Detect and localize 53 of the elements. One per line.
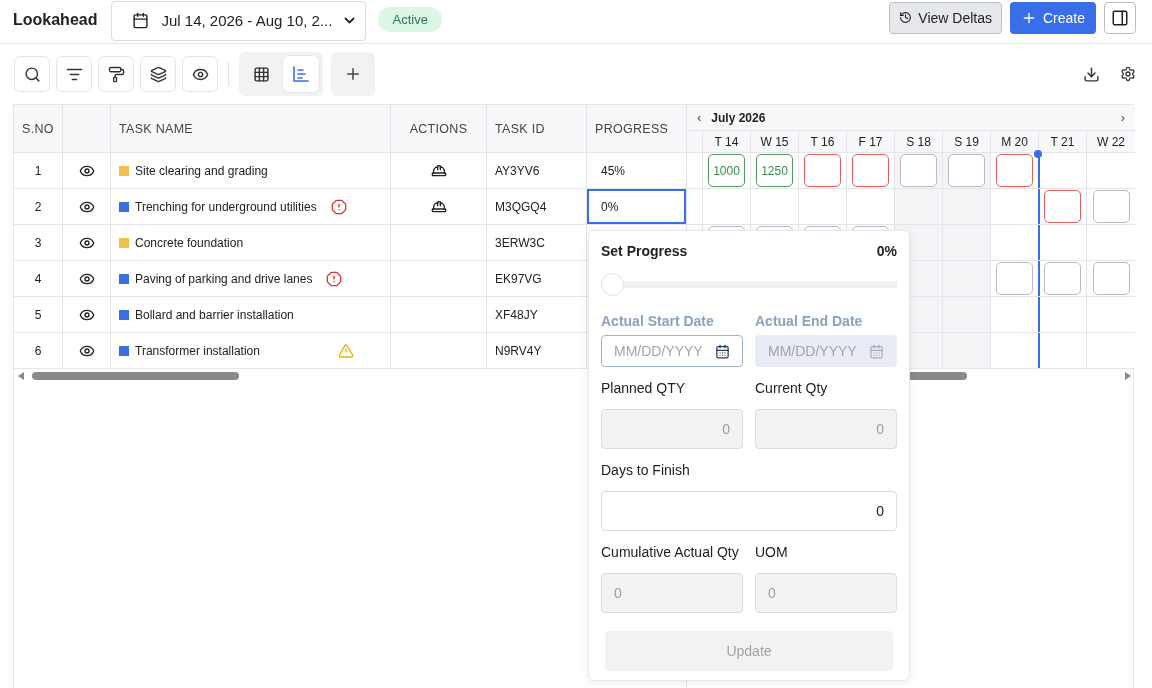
column-header: ACTIONS — [391, 105, 487, 152]
field-label: UOM — [755, 543, 789, 561]
field-label: Actual Start Date — [601, 312, 715, 330]
column-header: S.NO — [14, 105, 63, 152]
create-button[interactable]: Create — [1009, 1, 1096, 34]
page-title: Lookahead — [13, 10, 98, 29]
day-header: W 22 — [1096, 133, 1126, 151]
next-month-button[interactable]: › — [1120, 110, 1125, 125]
progress-cell[interactable]: 0% — [587, 189, 686, 224]
progress-value: 0% — [876, 243, 897, 259]
table-cell: 2 — [14, 189, 63, 224]
status-badge: Active — [378, 7, 442, 32]
table-cell: 3 — [14, 225, 63, 260]
column-header: PROGRESS — [594, 120, 670, 138]
popover-title: Set Progress — [601, 243, 688, 259]
task-name: Paving of parking and drive lanes — [135, 271, 313, 286]
day-header: F 17 — [847, 131, 895, 152]
table-cell: 4 — [14, 261, 63, 296]
day-header: W 15 — [751, 131, 799, 152]
day-header: S 18 — [895, 131, 943, 152]
task-name: Bollard and barrier installation — [135, 307, 294, 322]
date-range-picker[interactable]: Jul 14, 2026 - Aug 10, 2... — [111, 0, 367, 41]
progress-cell[interactable]: 45% — [587, 153, 686, 188]
table-cell: 5 — [14, 297, 63, 332]
day-entry[interactable]: 1250 — [756, 154, 793, 187]
table-cell: 1 — [14, 153, 63, 188]
column-header: TASK ID — [487, 105, 587, 152]
day-header: T 14 — [703, 131, 751, 152]
previous-month-button[interactable]: ‹ — [697, 110, 702, 125]
task-name: Transformer installation — [135, 343, 260, 358]
day-header: T 16 — [799, 131, 847, 152]
field-label: Cumulative Actual Qty — [601, 543, 740, 561]
task-name: Trenching for underground utilities — [135, 199, 317, 214]
input-field[interactable]: 0 — [601, 491, 897, 531]
table-cell: 3ERW3C — [487, 225, 587, 260]
task-name: Site clearing and grading — [135, 163, 268, 178]
day-entry[interactable]: 1000 — [708, 154, 745, 187]
date-field[interactable]: MM/DD/YYYY — [601, 335, 743, 367]
column-header: TASK NAME — [111, 105, 391, 152]
view-deltas-button[interactable]: View Deltas — [889, 1, 1002, 34]
month-label: July 2026 — [711, 110, 766, 125]
field-label: Current Qty — [755, 379, 829, 397]
table-cell: 6 — [14, 333, 63, 368]
table-cell: AY3YV6 — [487, 153, 587, 188]
field-label: Actual End Date — [755, 312, 864, 330]
field-label: Planned QTY — [601, 379, 687, 397]
field-label: Days to Finish — [601, 461, 691, 479]
task-name: Concrete foundation — [135, 235, 244, 250]
table-cell: M3QGQ4 — [487, 189, 587, 224]
table-cell: N9RV4Y — [487, 333, 587, 368]
day-header: S 19 — [943, 131, 991, 152]
table-cell: EK97VG — [487, 261, 587, 296]
table-cell: XF48JY — [487, 297, 587, 332]
